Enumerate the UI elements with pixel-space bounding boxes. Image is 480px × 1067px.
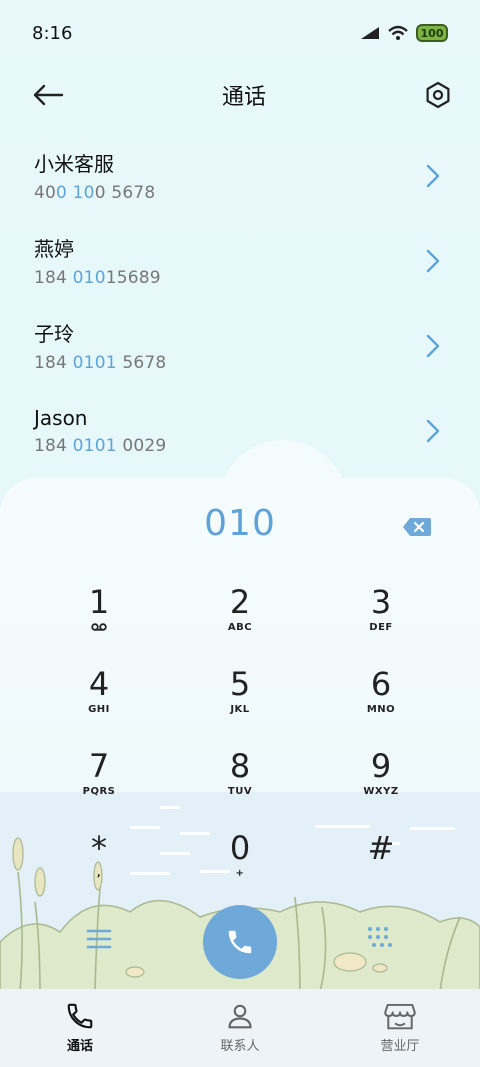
- key-8[interactable]: 8 TUV: [170, 742, 310, 824]
- tab-label: 营业厅: [380, 1039, 420, 1054]
- menu-icon[interactable]: [86, 926, 112, 952]
- key-star[interactable]: * ,: [29, 824, 169, 906]
- store-icon: [384, 1003, 416, 1030]
- contact-number: 184 0101 0029: [34, 435, 167, 456]
- settings-icon[interactable]: [424, 81, 452, 109]
- contact-name: 燕婷: [34, 237, 74, 261]
- list-item[interactable]: 子玲 184 0101 5678: [0, 303, 480, 388]
- phone-icon: [67, 1003, 93, 1029]
- key-hash[interactable]: #: [311, 824, 451, 906]
- person-icon: [228, 1004, 252, 1029]
- wifi-icon: [388, 25, 408, 40]
- key-0[interactable]: 0 +: [170, 824, 310, 906]
- keypad: 1 2 ABC 3 DEF 4 GHI 5 JKL 6 MNO 7 PQRS 8…: [29, 578, 451, 906]
- chevron-right-icon[interactable]: [426, 419, 440, 443]
- contact-name: Jason: [34, 405, 88, 430]
- dialpad-icon[interactable]: [366, 926, 394, 952]
- call-button[interactable]: [203, 905, 277, 979]
- list-item[interactable]: 小米客服 400 100 5678: [0, 133, 480, 218]
- header: 通话: [0, 70, 480, 120]
- contact-name: 小米客服: [34, 152, 114, 176]
- contact-number: 184 01015689: [34, 268, 161, 288]
- voicemail-icon: [91, 623, 107, 631]
- tab-label: 通话: [66, 1039, 93, 1054]
- key-2[interactable]: 2 ABC: [170, 578, 310, 660]
- contact-number: 400 100 5678: [34, 183, 156, 203]
- status-bar: 8:16 100: [0, 0, 480, 66]
- tab-contacts[interactable]: 联系人: [180, 1001, 300, 1054]
- key-4[interactable]: 4 GHI: [29, 660, 169, 742]
- signal-icon: [361, 27, 379, 39]
- bottom-tab-bar: 通话 联系人 营业厅: [0, 989, 480, 1067]
- battery-icon: 100: [416, 24, 448, 42]
- backspace-icon[interactable]: [402, 516, 432, 538]
- back-arrow-icon[interactable]: [32, 83, 64, 107]
- chevron-right-icon[interactable]: [426, 164, 440, 188]
- tab-label: 联系人: [220, 1039, 260, 1054]
- page-title: 通话: [221, 85, 266, 110]
- chevron-right-icon[interactable]: [426, 334, 440, 358]
- key-5[interactable]: 5 JKL: [170, 660, 310, 742]
- contact-name: 子玲: [34, 322, 74, 346]
- contact-number: 184 0101 5678: [34, 353, 167, 373]
- key-6[interactable]: 6 MNO: [311, 660, 451, 742]
- tab-calls[interactable]: 通话: [20, 1001, 140, 1054]
- tab-store[interactable]: 营业厅: [340, 1001, 460, 1054]
- chevron-right-icon[interactable]: [426, 249, 440, 273]
- key-3[interactable]: 3 DEF: [311, 578, 451, 660]
- phone-icon: [228, 930, 252, 954]
- key-1[interactable]: 1: [29, 578, 169, 660]
- key-9[interactable]: 9 WXYZ: [311, 742, 451, 824]
- list-item[interactable]: 燕婷 184 01015689: [0, 218, 480, 303]
- key-7[interactable]: 7 PQRS: [29, 742, 169, 824]
- status-time: 8:16: [32, 22, 73, 44]
- status-icons: 100: [360, 24, 448, 42]
- contact-list: 小米客服 400 100 5678 燕婷 184 01015689 子玲 184…: [0, 133, 480, 473]
